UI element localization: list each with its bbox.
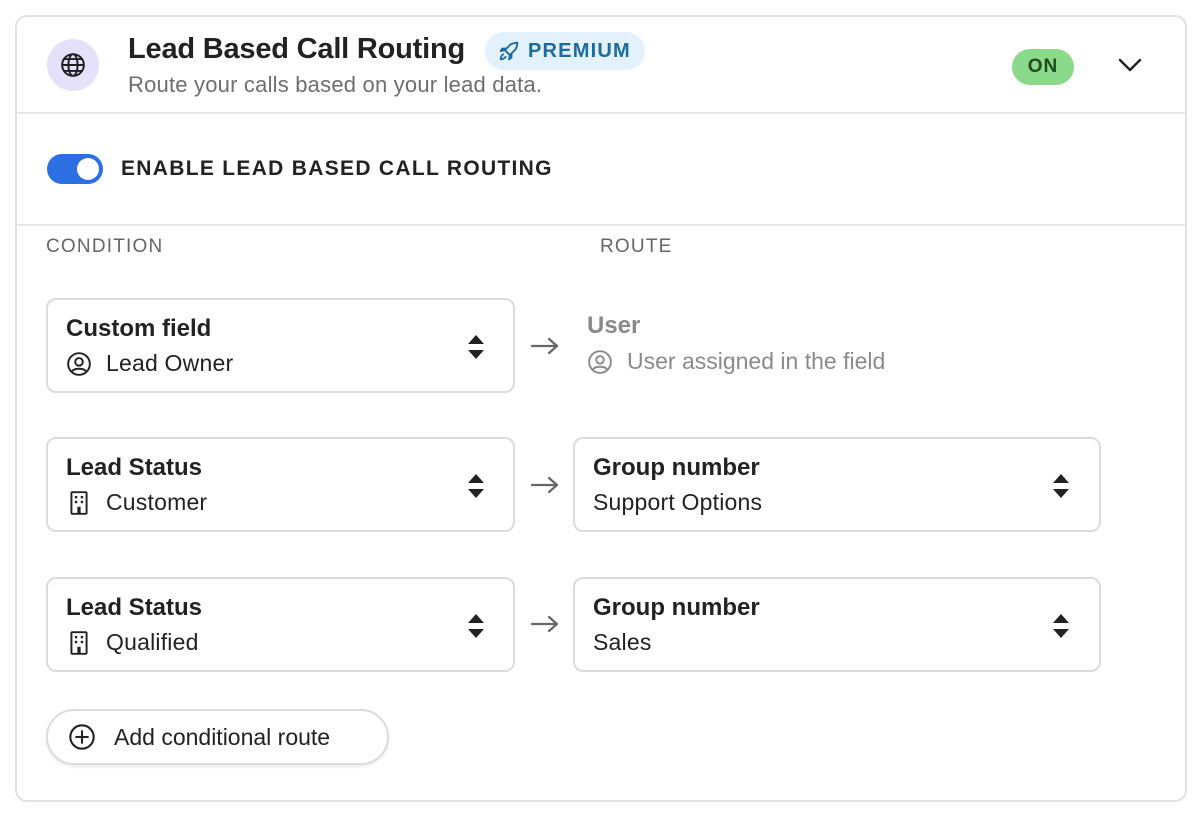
rocket-icon — [499, 41, 519, 61]
route-select[interactable]: Group number Support Options — [573, 437, 1101, 532]
condition-column-header: CONDITION — [46, 236, 164, 257]
select-arrows-icon — [468, 474, 484, 498]
building-icon — [70, 630, 88, 655]
route-type: Group number — [593, 594, 760, 621]
card-title: Lead Based Call Routing — [128, 33, 465, 65]
arrow-right-icon — [530, 337, 559, 355]
enable-routing-label: ENABLE LEAD BASED CALL ROUTING — [121, 157, 553, 180]
route-select[interactable]: Group number Sales — [573, 577, 1101, 672]
add-conditional-route-button[interactable]: Add conditional route — [46, 709, 389, 765]
arrow-right-icon — [530, 615, 559, 633]
condition-select[interactable]: Custom field Lead Owner — [46, 298, 515, 393]
toggle-knob — [77, 158, 99, 180]
add-conditional-route-label: Add conditional route — [114, 723, 331, 750]
condition-value-text: Qualified — [106, 629, 199, 655]
route-type: Group number — [593, 454, 760, 481]
condition-value: Lead Owner — [66, 350, 233, 377]
route-type: User — [587, 312, 641, 339]
route-static: User User assigned in the field — [587, 312, 885, 375]
condition-select[interactable]: Lead Status Qualified — [46, 577, 515, 672]
route-value-text: Sales — [593, 629, 652, 655]
premium-badge: PREMIUM — [485, 32, 645, 70]
plus-circle-icon — [69, 724, 95, 750]
condition-value: Customer — [66, 489, 207, 516]
premium-label: PREMIUM — [528, 39, 631, 62]
condition-value-text: Customer — [106, 489, 208, 515]
status-badge: ON — [1012, 49, 1074, 85]
user-circle-icon — [588, 349, 612, 374]
arrow-right-icon — [530, 476, 559, 494]
chevron-down-icon[interactable] — [1117, 55, 1143, 75]
enable-routing-toggle[interactable] — [47, 154, 103, 184]
select-arrows-icon — [468, 614, 484, 638]
building-icon — [70, 490, 88, 515]
condition-field-name: Custom field — [66, 315, 212, 342]
route-value: Sales — [593, 629, 652, 656]
globe-icon — [47, 39, 99, 91]
condition-value-text: Lead Owner — [106, 350, 234, 376]
user-circle-icon — [67, 351, 91, 376]
condition-select[interactable]: Lead Status Customer — [46, 437, 515, 532]
enable-section: ENABLE LEAD BASED CALL ROUTING — [17, 114, 1185, 226]
card-subtitle: Route your calls based on your lead data… — [128, 72, 543, 97]
lead-routing-card: Lead Based Call Routing PREMIUM Route yo… — [15, 15, 1187, 802]
route-column-header: ROUTE — [600, 236, 673, 257]
select-arrows-icon — [468, 335, 484, 359]
select-arrows-icon — [1053, 614, 1069, 638]
select-arrows-icon — [1053, 474, 1069, 498]
card-header[interactable]: Lead Based Call Routing PREMIUM Route yo… — [17, 17, 1185, 114]
route-value-text: User assigned in the field — [627, 348, 886, 374]
route-value: User assigned in the field — [587, 348, 885, 375]
condition-field-name: Lead Status — [66, 454, 203, 481]
condition-value: Qualified — [66, 629, 199, 656]
route-value: Support Options — [593, 489, 762, 516]
route-value-text: Support Options — [593, 489, 763, 515]
condition-field-name: Lead Status — [66, 594, 203, 621]
